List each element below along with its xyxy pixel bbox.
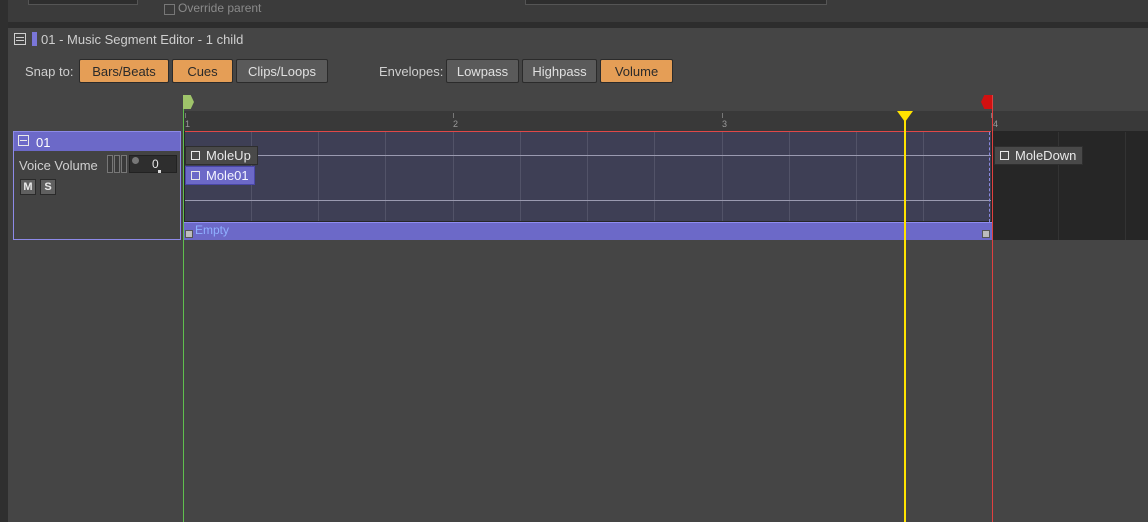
editor-title: 01 - Music Segment Editor - 1 child xyxy=(41,32,244,47)
beat-gridline xyxy=(856,132,857,221)
clip-moledown[interactable]: MoleDown xyxy=(994,146,1083,165)
automation-end-handle[interactable] xyxy=(982,230,990,238)
beat-gridline xyxy=(520,132,521,221)
clip-mole01[interactable]: Mole01 xyxy=(185,166,255,185)
clip-checkbox-icon[interactable] xyxy=(1000,151,1009,160)
snap-bars-beats-button[interactable]: Bars/Beats xyxy=(79,59,169,83)
beat-gridline xyxy=(654,132,655,221)
clip-checkbox-icon[interactable] xyxy=(191,151,200,160)
beat-gridline xyxy=(1125,132,1126,240)
track-name: 01 xyxy=(36,135,51,150)
segment-end-guide xyxy=(989,132,990,222)
override-parent-checkbox[interactable] xyxy=(164,4,175,15)
clip-row-divider xyxy=(185,200,991,201)
envelopes-label: Envelopes: xyxy=(379,64,444,79)
entry-cue-flag-icon[interactable] xyxy=(183,95,194,109)
ruler-tick xyxy=(185,113,186,118)
clip-label: MoleDown xyxy=(1015,148,1077,163)
clip-label: MoleUp xyxy=(206,148,251,163)
bar-number: 1 xyxy=(185,119,191,129)
collapse-icon[interactable] xyxy=(18,135,29,146)
timeline-ruler[interactable] xyxy=(183,111,1148,131)
exit-cue-line xyxy=(992,95,993,522)
panel-splitter[interactable] xyxy=(8,22,1148,28)
ruler-tick xyxy=(722,113,723,118)
envelope-volume-button[interactable]: Volume xyxy=(600,59,673,83)
beat-gridline xyxy=(789,132,790,221)
override-parent-label: Override parent xyxy=(178,1,262,15)
fader-icon[interactable] xyxy=(107,155,127,173)
automation-lane[interactable] xyxy=(183,222,993,240)
exit-cue-flag-icon[interactable] xyxy=(981,95,992,109)
bar-number: 4 xyxy=(993,119,999,129)
envelope-lowpass-button[interactable]: Lowpass xyxy=(446,59,519,83)
beat-gridline xyxy=(318,132,319,221)
clip-row-divider xyxy=(185,155,991,156)
segment-top-border xyxy=(185,131,991,132)
beat-gridline xyxy=(385,132,386,221)
solo-button[interactable]: S xyxy=(40,179,56,195)
voice-volume-value: 0 xyxy=(152,157,159,171)
entry-cue-line xyxy=(183,95,184,522)
ruler-tick xyxy=(453,113,454,118)
snap-to-label: Snap to: xyxy=(25,64,74,79)
knob-icon[interactable] xyxy=(132,157,139,164)
envelope-highpass-button[interactable]: Highpass xyxy=(522,59,597,83)
beat-gridline xyxy=(587,132,588,221)
left-dock-edge xyxy=(0,0,8,522)
volume-indicator xyxy=(158,170,161,173)
voice-volume-label: Voice Volume xyxy=(19,158,98,173)
beat-gridline xyxy=(923,132,924,221)
play-cursor-line xyxy=(904,118,906,522)
snap-clips-loops-button[interactable]: Clips/Loops xyxy=(236,59,328,83)
clip-label: Mole01 xyxy=(206,168,249,183)
automation-lane-label: Empty xyxy=(195,223,230,237)
mute-button[interactable]: M xyxy=(20,179,36,195)
clip-checkbox-icon[interactable] xyxy=(191,171,200,180)
segment-editor-icon xyxy=(14,33,26,45)
cut-off-slider[interactable] xyxy=(28,0,138,5)
bar-gridline xyxy=(722,132,723,221)
cut-off-dropdown[interactable] xyxy=(525,0,827,5)
clip-moleup[interactable]: MoleUp xyxy=(185,146,258,165)
automation-start-handle[interactable] xyxy=(185,230,193,238)
segment-region[interactable] xyxy=(185,132,991,221)
title-color-swatch xyxy=(32,32,37,46)
bar-number: 3 xyxy=(722,119,728,129)
bar-gridline xyxy=(453,132,454,221)
snap-cues-button[interactable]: Cues xyxy=(172,59,233,83)
bar-number: 2 xyxy=(453,119,459,129)
